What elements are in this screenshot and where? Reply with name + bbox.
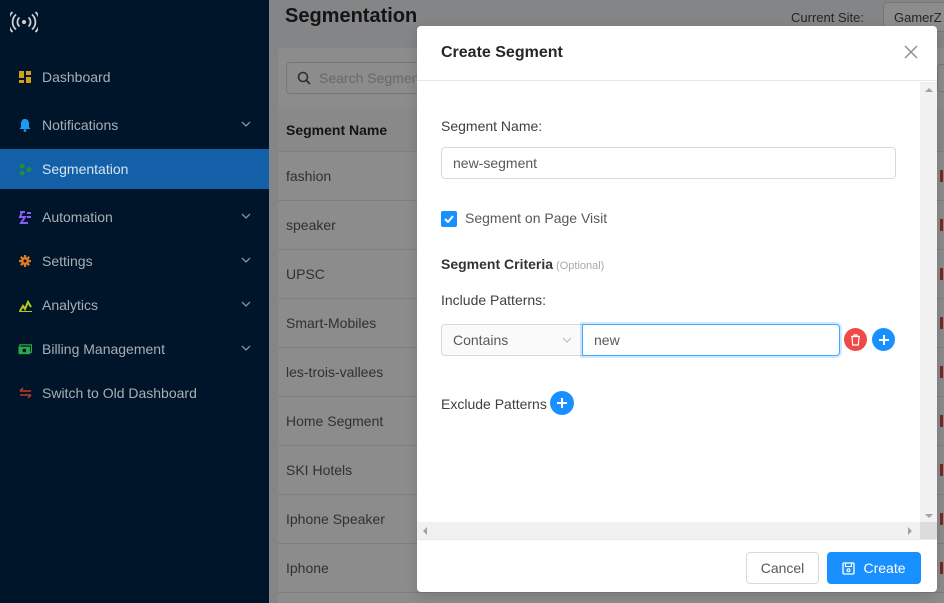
- billing-icon: [18, 342, 32, 356]
- sidebar-item-label: Notifications: [42, 117, 119, 133]
- scroll-right-arrow-icon[interactable]: [908, 527, 912, 535]
- sidebar-item-automation[interactable]: Automation: [0, 197, 269, 237]
- chevron-down-icon: [241, 345, 251, 351]
- chevron-down-icon: [562, 337, 572, 343]
- exclude-patterns-label: Exclude Patterns: [441, 396, 547, 412]
- dashboard-icon: [18, 70, 32, 84]
- sidebar-item-label: Segmentation: [42, 161, 129, 177]
- sidebar-item-segmentation[interactable]: Segmentation: [0, 149, 269, 189]
- match-type-value: Contains: [453, 332, 509, 348]
- scroll-left-arrow-icon[interactable]: [423, 527, 427, 535]
- automation-icon: [18, 210, 32, 224]
- trash-icon: [851, 333, 860, 346]
- vertical-scrollbar[interactable]: [920, 82, 937, 522]
- save-icon: [842, 561, 856, 575]
- broadcast-icon[interactable]: [10, 10, 38, 34]
- segmentation-icon: [18, 162, 32, 176]
- delete-pattern-button[interactable]: [844, 328, 867, 351]
- sidebar: Dashboard Notifications Segmentation Aut…: [0, 0, 269, 603]
- scroll-up-arrow-icon[interactable]: [925, 88, 933, 92]
- sidebar-item-label: Switch to Old Dashboard: [42, 385, 197, 401]
- sidebar-item-label: Analytics: [42, 297, 99, 313]
- bell-icon: [18, 118, 32, 132]
- chevron-down-icon: [241, 121, 251, 127]
- chevron-down-icon: [241, 213, 251, 219]
- add-include-pattern-button[interactable]: [872, 328, 895, 351]
- add-exclude-pattern-button[interactable]: [550, 391, 574, 415]
- match-type-select[interactable]: Contains: [441, 324, 583, 356]
- criteria-optional-note: (Optional): [556, 260, 605, 272]
- plus-icon: [557, 398, 567, 408]
- chevron-down-icon: [241, 301, 251, 307]
- include-pattern-input[interactable]: [582, 324, 840, 356]
- check-icon: [444, 215, 454, 223]
- page-visit-label[interactable]: Segment on Page Visit: [465, 210, 607, 226]
- cancel-button[interactable]: Cancel: [746, 552, 819, 584]
- modal-title: Create Segment: [441, 44, 563, 61]
- create-button-label: Create: [863, 560, 906, 576]
- horizontal-scrollbar[interactable]: [417, 522, 920, 539]
- chevron-down-icon: [241, 257, 251, 263]
- modal-footer: Cancel Create: [417, 539, 937, 592]
- sidebar-item-dashboard[interactable]: Dashboard: [0, 57, 269, 97]
- sidebar-item-label: Billing Management: [42, 341, 165, 357]
- switch-icon: [18, 386, 32, 400]
- segment-name-label: Segment Name:: [441, 118, 543, 134]
- segment-name-input[interactable]: [441, 147, 896, 179]
- sidebar-item-analytics[interactable]: Analytics: [0, 285, 269, 325]
- plus-icon: [878, 334, 889, 345]
- create-segment-modal: Create Segment Segment Name: Segment on …: [417, 26, 937, 592]
- create-button[interactable]: Create: [827, 552, 921, 584]
- include-patterns-label: Include Patterns:: [441, 292, 547, 308]
- sidebar-item-label: Automation: [42, 209, 113, 225]
- analytics-icon: [18, 298, 32, 312]
- scrollbar-corner: [920, 522, 937, 539]
- sidebar-item-label: Dashboard: [42, 69, 111, 85]
- close-icon[interactable]: [903, 44, 919, 60]
- sidebar-item-switch-old-dashboard[interactable]: Switch to Old Dashboard: [0, 373, 269, 413]
- sidebar-item-notifications[interactable]: Notifications: [0, 105, 269, 145]
- sidebar-item-label: Settings: [42, 253, 93, 269]
- page-visit-checkbox[interactable]: [441, 211, 457, 227]
- criteria-label: Segment Criteria: [441, 256, 554, 272]
- sidebar-item-settings[interactable]: Settings: [0, 241, 269, 281]
- modal-body: Segment Name: Segment on Page Visit Segm…: [417, 82, 920, 522]
- modal-header: Create Segment: [417, 26, 937, 81]
- scroll-down-arrow-icon[interactable]: [925, 514, 933, 518]
- sidebar-item-billing-management[interactable]: Billing Management: [0, 329, 269, 369]
- segment-criteria-heading: Segment Criteria (Optional): [441, 256, 604, 272]
- gear-icon: [18, 254, 32, 268]
